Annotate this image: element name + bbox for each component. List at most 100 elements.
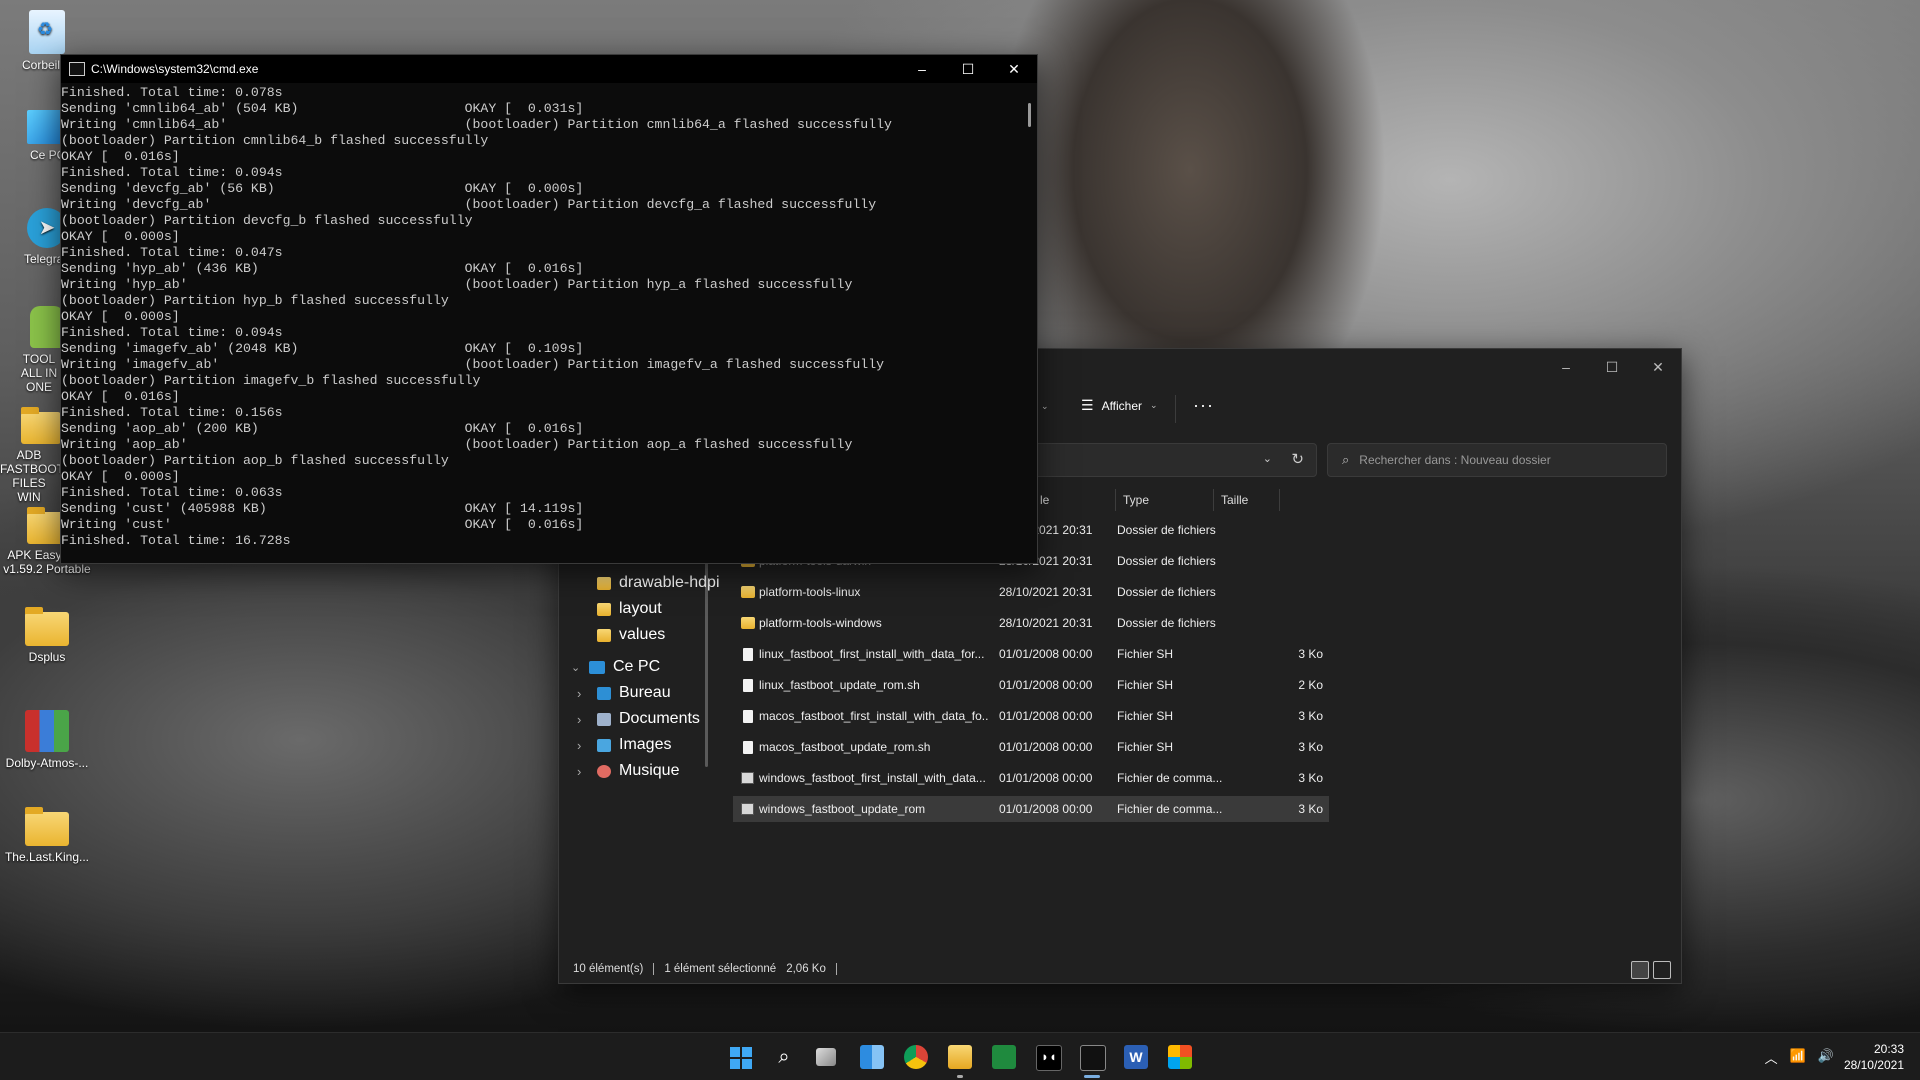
details-view-icon[interactable]: [1631, 961, 1649, 979]
chevron-right-icon[interactable]: ›: [577, 764, 589, 779]
file-icon: [743, 740, 753, 754]
volume-icon[interactable]: 🔊: [1818, 1048, 1834, 1067]
file-date: 01/01/2008 00:00: [999, 678, 1093, 692]
file-name: macos_fastboot_update_rom.sh: [759, 740, 931, 754]
desktop-icon-dsplus[interactable]: Dsplus: [2, 607, 92, 664]
file-row[interactable]: windows_fastboot_update_rom 01/01/2008 00…: [733, 796, 1329, 822]
column-divider[interactable]: [1115, 489, 1116, 511]
cmd-scrollbar[interactable]: [1028, 103, 1031, 127]
folder-icon: [597, 576, 611, 590]
file-row[interactable]: macos_fastboot_update_rom.sh 01/01/2008 0…: [733, 734, 1329, 760]
search-icon[interactable]: ⌕: [772, 1045, 796, 1069]
file-icon: [743, 647, 753, 661]
desktop-icon-label: The.Last.King...: [4, 850, 90, 864]
chevron-down-icon[interactable]: ⌄: [1041, 401, 1049, 412]
file-size: 3 Ko: [1298, 802, 1323, 816]
file-icon: [743, 678, 753, 692]
file-row[interactable]: linux_fastboot_first_install_with_data_f…: [733, 641, 1329, 667]
wifi-icon[interactable]: 📶: [1790, 1048, 1806, 1067]
file-date: 01/01/2008 00:00: [999, 802, 1093, 816]
chevron-down-icon[interactable]: ⌄: [571, 661, 581, 674]
widgets-icon[interactable]: [860, 1045, 884, 1069]
dolby-icon[interactable]: ◗◖: [1036, 1045, 1062, 1071]
status-item-count: 10 élément(s): [573, 963, 644, 975]
more-options-button[interactable]: ···: [1193, 395, 1214, 416]
desktop-icon-label: Ce PC: [30, 148, 64, 162]
view-button[interactable]: ☰ Afficher ⌄: [1081, 397, 1158, 414]
nav-item-label: Documents: [619, 710, 700, 727]
nav-item[interactable]: › Bureau: [577, 683, 671, 703]
cmd-maximize-button[interactable]: ☐: [945, 55, 991, 83]
chevron-up-icon[interactable]: ︿: [1765, 1048, 1778, 1067]
cmd-output[interactable]: Finished. Total time: 0.078s Sending 'cm…: [61, 83, 1037, 561]
nav-item[interactable]: › Documents: [577, 709, 700, 729]
cmd-minimize-button[interactable]: –: [899, 55, 945, 83]
search-placeholder: Rechercher dans : Nouveau dossier: [1359, 453, 1551, 467]
chevron-down-icon[interactable]: ⌄: [1263, 452, 1272, 465]
column-divider[interactable]: [1213, 489, 1214, 511]
minimize-icon: –: [1562, 359, 1570, 375]
explorer-maximize-button[interactable]: ☐: [1589, 349, 1635, 385]
explorer-close-button[interactable]: ✕: [1635, 349, 1681, 385]
file-type: Dossier de fichiers: [1117, 523, 1216, 537]
tiles-view-icon[interactable]: [1653, 961, 1671, 979]
task-view-icon[interactable]: [816, 1048, 836, 1066]
maximize-icon: ☐: [1605, 358, 1619, 375]
cmd-app-icon: [69, 62, 85, 76]
file-name: platform-tools-linux: [759, 585, 861, 599]
start-icon[interactable]: [728, 1045, 752, 1069]
spreadsheet-icon[interactable]: [992, 1045, 1016, 1069]
word-icon[interactable]: W: [1124, 1045, 1148, 1069]
refresh-icon[interactable]: ↻: [1291, 450, 1304, 468]
nav-item[interactable]: › Images: [577, 735, 672, 755]
nav-item[interactable]: › Musique: [577, 761, 679, 781]
chevron-right-icon[interactable]: ›: [577, 712, 589, 727]
file-row[interactable]: linux_fastboot_update_rom.sh 01/01/2008 0…: [733, 672, 1329, 698]
nav-item[interactable]: values: [597, 625, 665, 645]
nav-item[interactable]: ⌄ Ce PC: [571, 657, 660, 677]
file-explorer-icon[interactable]: [948, 1045, 972, 1069]
column-header-type[interactable]: Type: [1123, 493, 1149, 507]
file-size: 3 Ko: [1298, 740, 1323, 754]
chevron-right-icon[interactable]: ›: [577, 686, 589, 701]
file-row[interactable]: platform-tools-windows 28/10/2021 20:31 Do…: [733, 610, 1329, 636]
chevron-right-icon[interactable]: ›: [577, 738, 589, 753]
store-icon[interactable]: [1168, 1045, 1192, 1069]
desktop-icon-label: TOOL ALL IN ONE: [20, 352, 58, 394]
nav-item[interactable]: layout: [597, 599, 662, 619]
file-size: 2 Ko: [1298, 678, 1323, 692]
nav-item[interactable]: drawable-hdpi: [597, 573, 720, 593]
nav-item-label: Images: [619, 736, 672, 753]
file-type: Fichier SH: [1117, 709, 1174, 723]
nav-item-label: layout: [619, 600, 662, 617]
cmd-window[interactable]: C:\Windows\system32\cmd.exe – ☐ ✕ Finish…: [60, 54, 1038, 564]
file-icon: [743, 709, 753, 723]
file-name: macos_fastboot_first_install_with_data_f…: [759, 709, 989, 723]
clock[interactable]: 20:33 28/10/2021: [1844, 1041, 1904, 1073]
active-app-indicator: [1084, 1075, 1100, 1078]
file-row[interactable]: windows_fastboot_first_install_with_data…: [733, 765, 1329, 791]
winrar-archive-icon: [25, 710, 69, 752]
cmd-titlebar[interactable]: C:\Windows\system32\cmd.exe – ☐ ✕: [61, 55, 1037, 83]
file-type: Dossier de fichiers: [1117, 616, 1216, 630]
terminal-icon[interactable]: [1080, 1045, 1106, 1071]
explorer-minimize-button[interactable]: –: [1543, 349, 1589, 385]
search-input[interactable]: ⌕ Rechercher dans : Nouveau dossier: [1327, 443, 1667, 477]
maximize-icon: ☐: [961, 60, 975, 77]
file-type: Dossier de fichiers: [1117, 585, 1216, 599]
file-row[interactable]: macos_fastboot_first_install_with_data_f…: [733, 703, 1329, 729]
close-icon: ✕: [1008, 60, 1020, 77]
cmd-close-button[interactable]: ✕: [991, 55, 1037, 83]
close-icon: ✕: [1652, 358, 1664, 375]
chrome-icon[interactable]: [904, 1045, 928, 1069]
address-bar[interactable]: ⌄ ↻: [1033, 443, 1317, 477]
column-header-date[interactable]: le: [1040, 493, 1049, 507]
desktop-icon-dolby-atmos[interactable]: Dolby-Atmos-...: [2, 710, 92, 770]
column-header-size[interactable]: Taille: [1221, 493, 1248, 507]
file-row[interactable]: platform-tools-linux 28/10/2021 20:31 Doss…: [733, 579, 1329, 605]
column-divider[interactable]: [1279, 489, 1280, 511]
recycle-bin-icon: ♻: [29, 10, 65, 54]
pc-icon: [589, 660, 605, 674]
clock-time: 20:33: [1873, 1042, 1904, 1056]
desktop-icon-the-last-king[interactable]: The.Last.King...: [2, 807, 92, 864]
